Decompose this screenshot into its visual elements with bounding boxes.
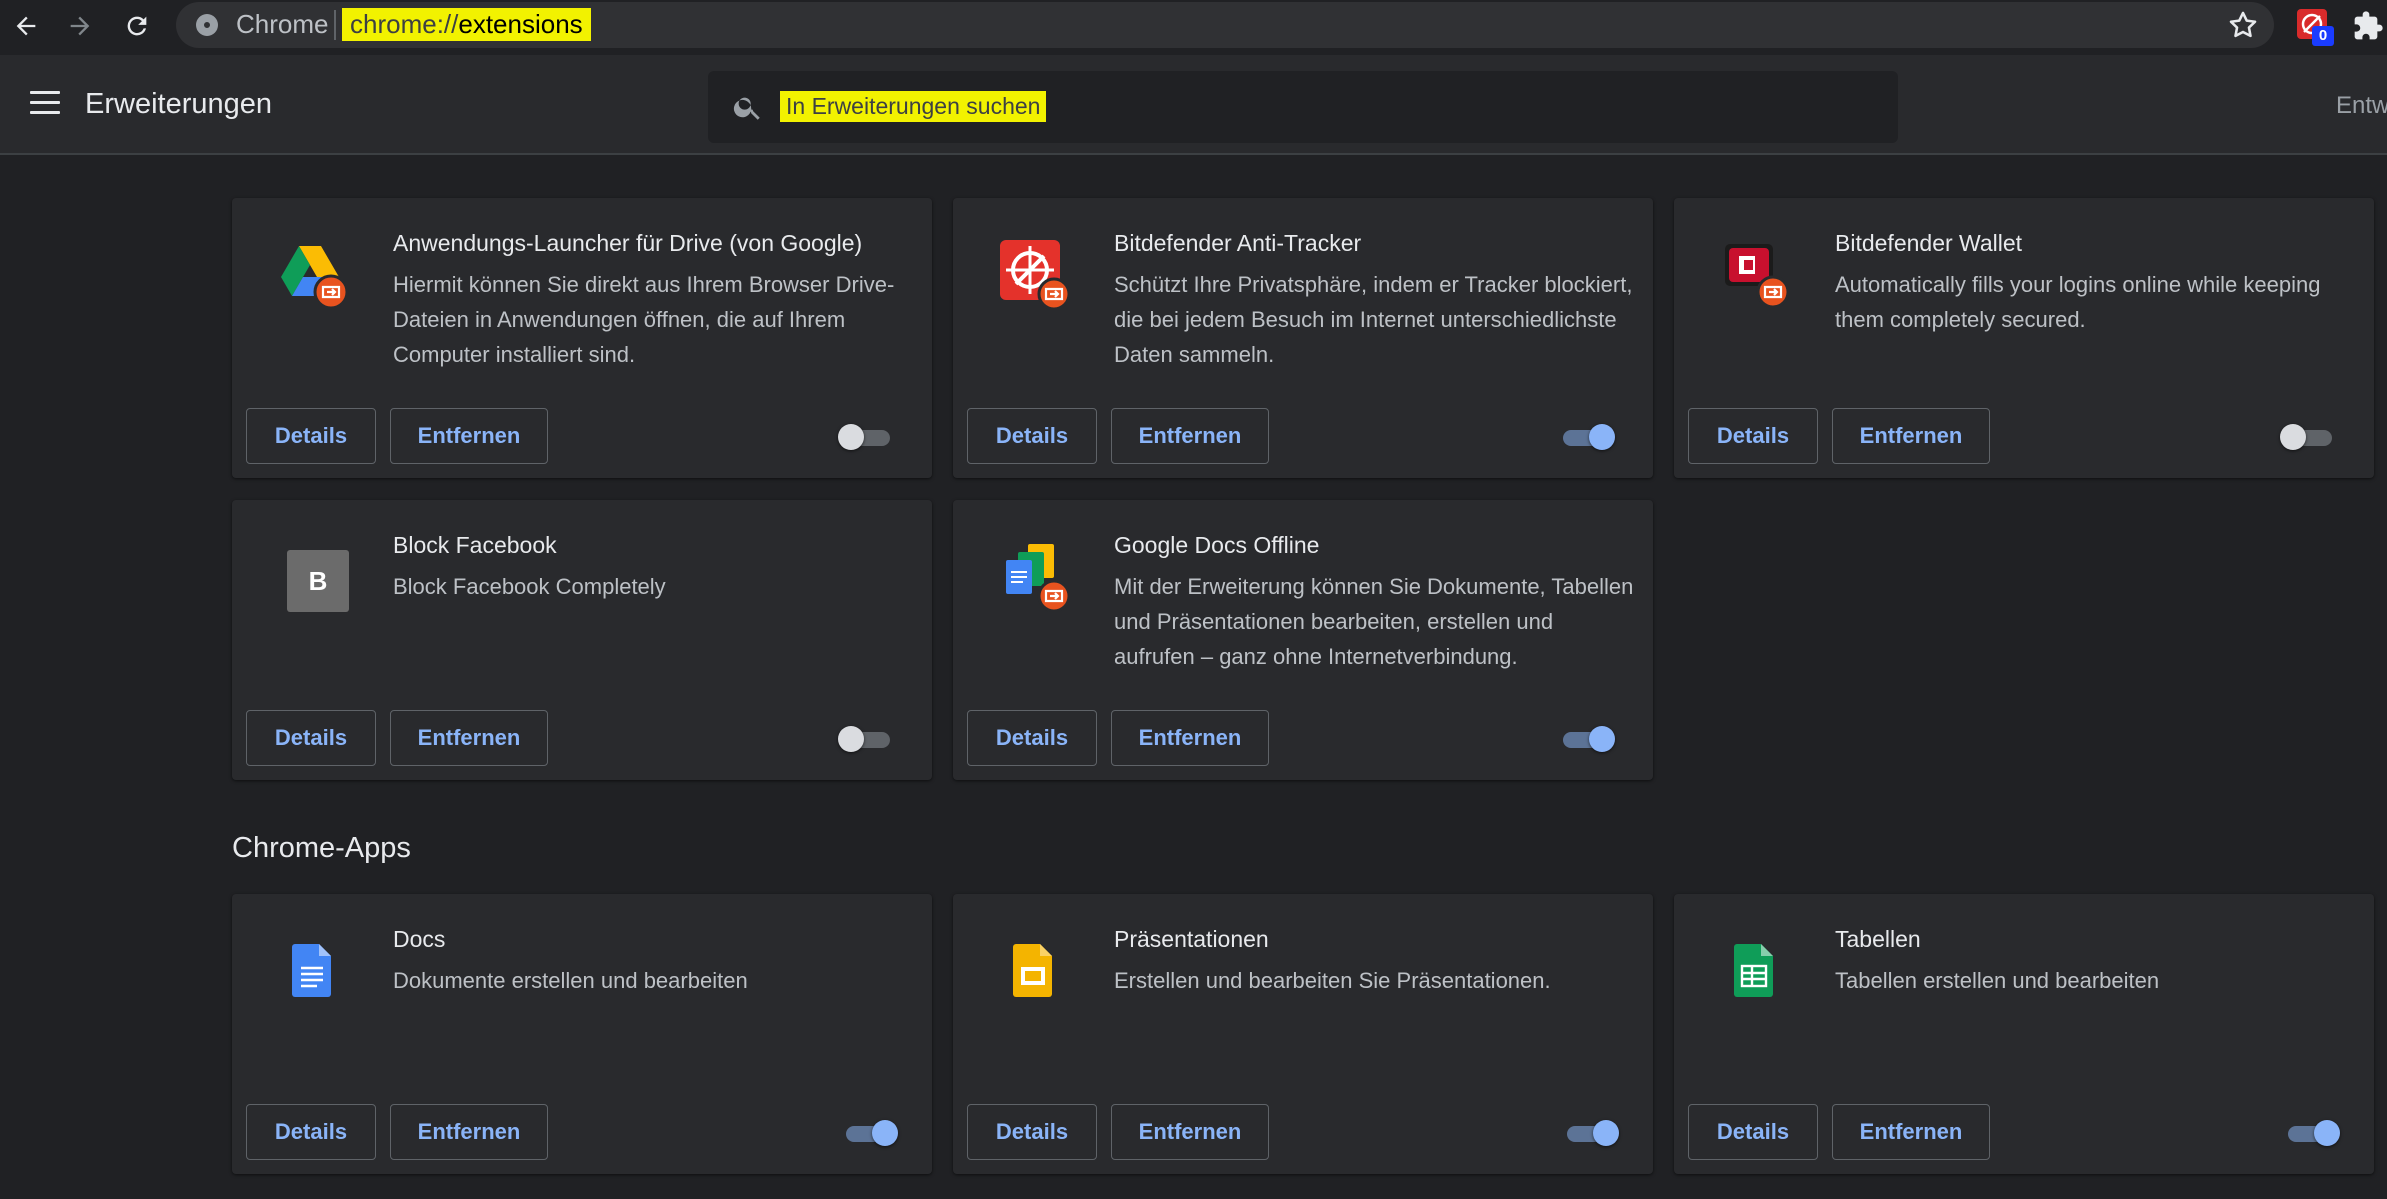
google-slides-icon <box>1013 944 1052 997</box>
enable-toggle[interactable] <box>838 726 894 752</box>
app-name: Docs <box>393 926 446 952</box>
remove-button[interactable]: Entfernen <box>1832 408 1990 464</box>
google-docs-icon <box>292 944 331 997</box>
google-drive-icon <box>281 246 349 310</box>
extension-description: Mit der Erweiterung können Sie Dokumente… <box>1114 574 1634 669</box>
extension-name: Block Facebook <box>393 532 557 558</box>
extension-description: Schützt Ihre Privatsphäre, indem er Trac… <box>1114 272 1633 367</box>
details-button[interactable]: Details <box>1688 1104 1818 1160</box>
details-button[interactable]: Details <box>246 1104 376 1160</box>
chrome-page-icon <box>196 14 218 36</box>
extension-name: Bitdefender Anti-Tracker <box>1114 230 1362 256</box>
search-input[interactable]: In Erweiterungen suchen <box>708 71 1898 143</box>
remove-button[interactable]: Entfernen <box>1111 710 1269 766</box>
details-button[interactable]: Details <box>1688 408 1818 464</box>
url-host: extensions <box>458 9 583 39</box>
search-icon <box>733 97 760 120</box>
section-title-chrome-apps: Chrome-Apps <box>232 832 411 864</box>
icon-letter: B <box>309 566 328 596</box>
details-button[interactable]: Details <box>246 408 376 464</box>
app-card: Tabellen Tabellen erstellen und bearbeit… <box>1674 894 2374 1174</box>
address-site-label: Chrome <box>236 9 329 39</box>
app-description: Tabellen erstellen und bearbeiten <box>1835 968 2160 993</box>
enable-toggle[interactable] <box>842 1120 898 1146</box>
extension-card: B Block Facebook Block Facebook Complete… <box>232 500 932 780</box>
enable-toggle[interactable] <box>1559 726 1615 752</box>
remove-button[interactable]: Entfernen <box>390 1104 548 1160</box>
extension-count-badge: 0 <box>2312 26 2334 46</box>
arrow-left-icon <box>16 16 36 36</box>
enable-toggle[interactable] <box>2284 1120 2340 1146</box>
app-name: Tabellen <box>1835 926 1921 952</box>
extension-name: Bitdefender Wallet <box>1835 230 2023 256</box>
app-card: Docs Dokumente erstellen und bearbeiten … <box>232 894 932 1174</box>
address-url[interactable]: chrome://extensions <box>342 8 591 41</box>
bookmark-star-icon[interactable] <box>2226 8 2260 42</box>
extension-card: Bitdefender Anti-Tracker Schützt Ihre Pr… <box>953 198 1653 478</box>
app-card: Präsentationen Erstellen und bearbeiten … <box>953 894 1653 1174</box>
search-placeholder: In Erweiterungen suchen <box>780 91 1047 122</box>
extension-description: Automatically fills your logins online w… <box>1835 272 2321 332</box>
reload-icon <box>127 16 147 36</box>
bitdefender-antitracker-icon <box>1000 240 1070 310</box>
extension-description: Hiermit können Sie direkt aus Ihrem Brow… <box>393 272 895 367</box>
remove-button[interactable]: Entfernen <box>1832 1104 1990 1160</box>
app-description: Dokumente erstellen und bearbeiten <box>393 968 748 993</box>
enable-toggle[interactable] <box>1559 424 1615 450</box>
letter-b-icon: B <box>287 550 349 612</box>
extension-description: Block Facebook Completely <box>393 574 666 599</box>
forward-button[interactable] <box>62 8 98 44</box>
app-name: Präsentationen <box>1114 926 1269 952</box>
extension-card: Bitdefender Wallet Automatically fills y… <box>1674 198 2374 478</box>
details-button[interactable]: Details <box>967 1104 1097 1160</box>
page-title: Erweiterungen <box>85 88 272 120</box>
details-button[interactable]: Details <box>967 710 1097 766</box>
reload-button[interactable] <box>119 8 155 44</box>
google-sheets-icon <box>1734 944 1773 997</box>
google-docs-offline-icon <box>1006 544 1070 612</box>
url-scheme: chrome:// <box>350 9 459 39</box>
extensions-page: Chrome chrome://extensions 0 Erweiterung… <box>0 0 2387 1199</box>
app-description: Erstellen und bearbeiten Sie Präsentatio… <box>1114 968 1551 993</box>
arrow-right-icon <box>70 16 90 36</box>
enable-toggle[interactable] <box>1563 1120 1619 1146</box>
enable-toggle[interactable] <box>838 424 894 450</box>
details-button[interactable]: Details <box>246 710 376 766</box>
remove-button[interactable]: Entfernen <box>390 408 548 464</box>
extension-card: Anwendungs-Launcher für Drive (von Googl… <box>232 198 932 478</box>
remove-button[interactable]: Entfernen <box>390 710 548 766</box>
extension-card: Google Docs Offline Mit der Erweiterung … <box>953 500 1653 780</box>
browser-toolbar: Chrome chrome://extensions 0 <box>0 0 2387 55</box>
extensions-header: Erweiterungen In Erweiterungen suchen En… <box>0 55 2387 155</box>
remove-button[interactable]: Entfernen <box>1111 408 1269 464</box>
extension-name: Google Docs Offline <box>1114 532 1320 558</box>
menu-icon[interactable] <box>30 91 60 115</box>
details-button[interactable]: Details <box>967 408 1097 464</box>
remove-button[interactable]: Entfernen <box>1111 1104 1269 1160</box>
address-separator <box>334 10 336 40</box>
enable-toggle[interactable] <box>2280 424 2336 450</box>
developer-mode-label[interactable]: Entw <box>2336 91 2387 121</box>
bitdefender-wallet-icon <box>1725 244 1790 309</box>
puzzle-piece-icon[interactable] <box>2352 10 2384 42</box>
extension-name: Anwendungs-Launcher für Drive (von Googl… <box>393 230 863 256</box>
back-button[interactable] <box>8 8 44 44</box>
